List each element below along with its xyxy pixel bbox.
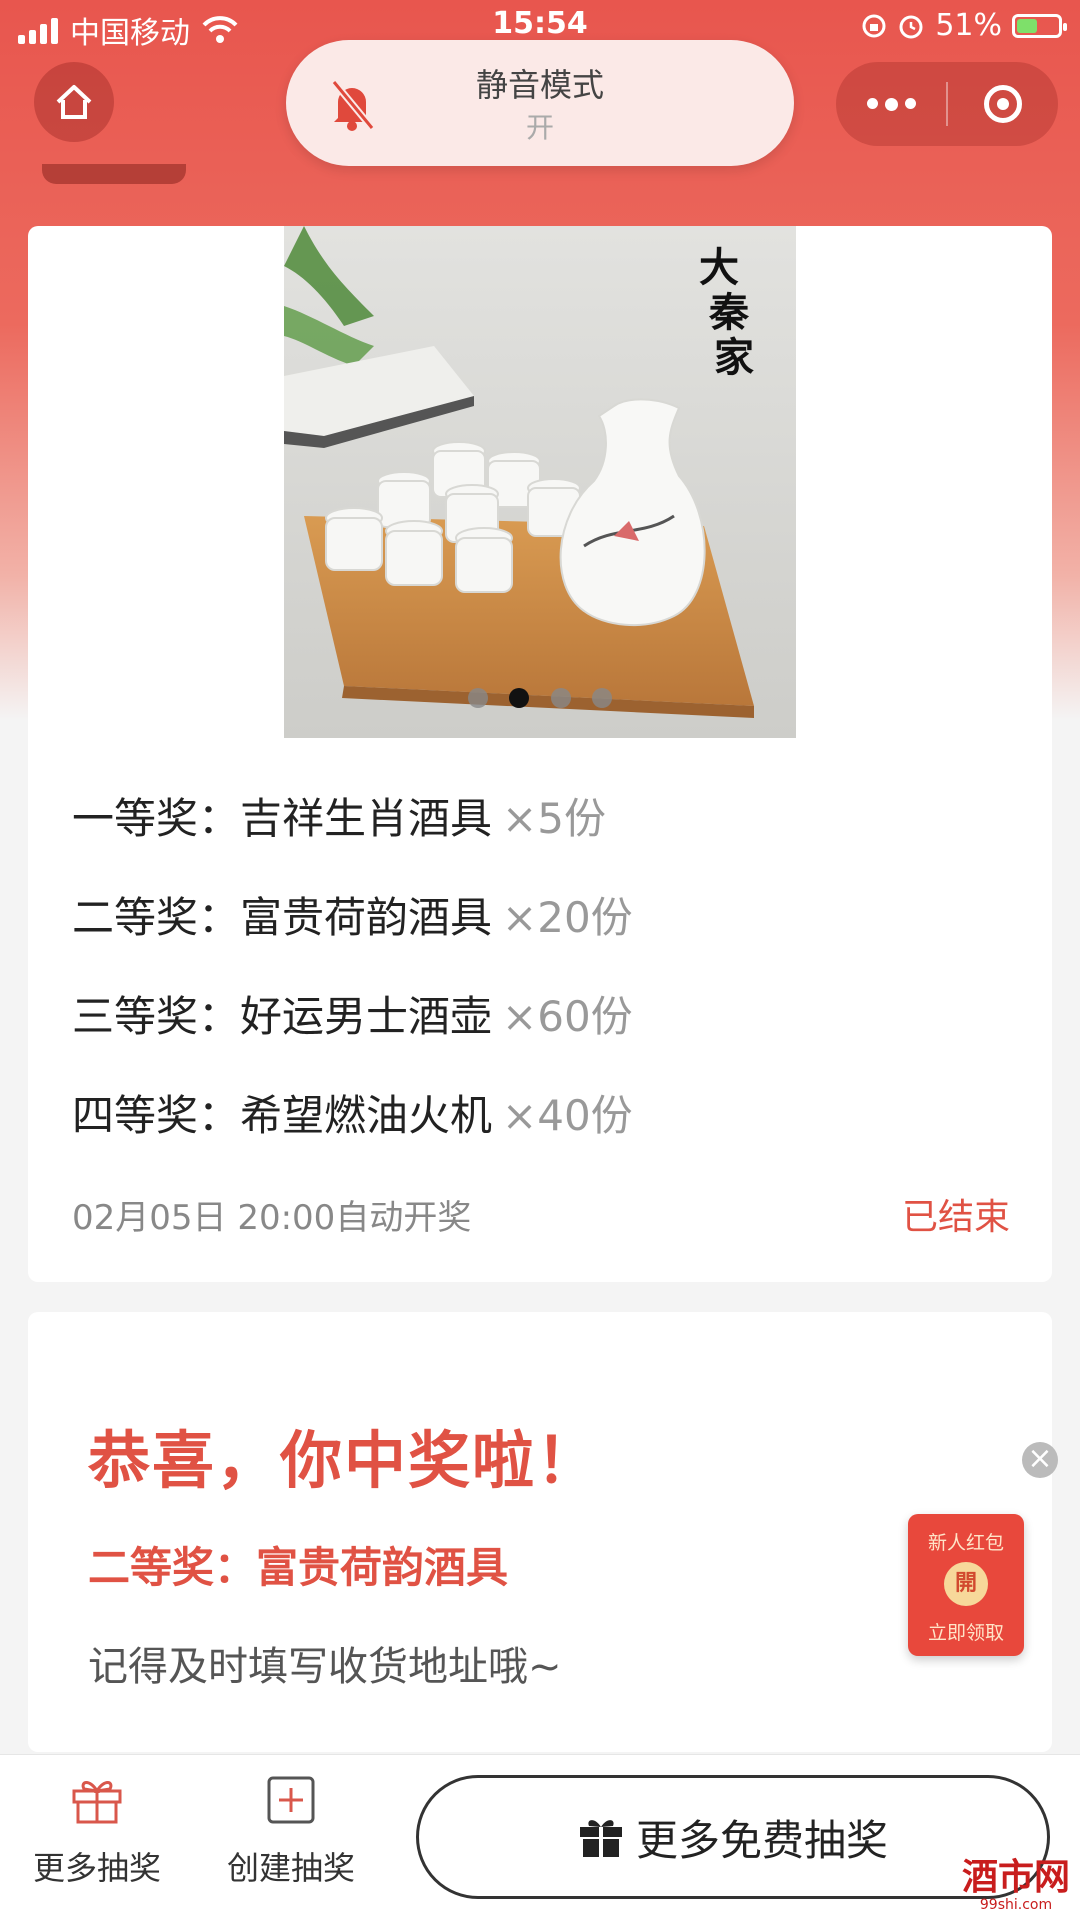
prize-list: 一等奖： 吉祥生肖酒具 ×5份 二等奖： 富贵荷韵酒具 ×20份 三等奖： 好运… [72, 766, 633, 1162]
prize-qty: ×20份 [502, 893, 633, 942]
more-dots-icon [866, 97, 916, 111]
watermark-domain: 99shi.com [979, 1897, 1053, 1913]
prize-name: 好运男士酒壶 [240, 992, 493, 1041]
prize-rank: 二等奖： [72, 893, 241, 942]
svg-text:秦: 秦 [709, 289, 749, 336]
more-free-draws-button[interactable]: 更多免费抽奖 [416, 1775, 1050, 1899]
prize-rank: 三等奖： [72, 992, 241, 1041]
prize-qty: ×5份 [502, 794, 606, 843]
rotation-lock-icon [862, 14, 886, 37]
target-icon [984, 85, 1022, 123]
alarm-icon [899, 15, 923, 38]
mute-mode-title: 静音模式 [475, 66, 604, 104]
home-icon [56, 85, 92, 119]
battery-percent: 51% [935, 8, 1002, 43]
watermark: 酒市网 99shi.com [962, 1857, 1070, 1913]
red-packet-action: 立即领取 [927, 1622, 1004, 1644]
miniprogram-capsule [836, 62, 1058, 146]
svg-text:大: 大 [699, 244, 739, 291]
more-draws-label: 更多抽奖 [32, 1849, 161, 1887]
won-prize: 二等奖：富贵荷韵酒具 [88, 1543, 509, 1592]
congrats-heading: 恭喜，你中奖啦！ [88, 1424, 601, 1497]
more-draws-button[interactable]: 更多抽奖 [22, 1775, 172, 1889]
add-box-icon [267, 1776, 315, 1824]
bottom-bar: 更多抽奖 创建抽奖 更多免费抽奖 酒市网 99shi.com [0, 1754, 1080, 1921]
red-packet-title: 新人红包 [927, 1532, 1004, 1554]
create-draw-button[interactable]: 创建抽奖 [216, 1775, 366, 1889]
more-button[interactable] [836, 62, 946, 146]
prize-name: 吉祥生肖酒具 [240, 794, 493, 843]
prize-row: 二等奖： 富贵荷韵酒具 ×20份 [72, 865, 633, 964]
prize-qty: ×60份 [502, 992, 633, 1041]
gift-icon [72, 1781, 122, 1824]
mute-mode-toast: 静音模式 开 [286, 40, 794, 166]
close-icon[interactable]: × [1022, 1442, 1058, 1478]
svg-text:家: 家 [714, 334, 754, 381]
gift-icon [579, 1820, 622, 1857]
prize-qty: ×40份 [502, 1091, 633, 1140]
create-draw-label: 创建抽奖 [226, 1849, 355, 1887]
red-packet-coin-icon: 開 [944, 1562, 988, 1606]
battery-icon [1012, 13, 1067, 38]
watermark-name: 酒市网 [961, 1856, 1070, 1898]
prize-name: 富贵荷韵酒具 [240, 893, 493, 942]
mute-mode-state: 开 [525, 111, 554, 144]
prize-row: 四等奖： 希望燃油火机 ×40份 [72, 1063, 633, 1162]
home-button[interactable] [34, 62, 114, 142]
more-free-draws-label: 更多免费抽奖 [635, 1815, 888, 1865]
draw-time: 02月05日 20:00自动开奖 [72, 1198, 472, 1238]
header-tab-indicator [42, 164, 186, 184]
prize-row: 一等奖： 吉祥生肖酒具 ×5份 [72, 766, 633, 865]
prize-name: 希望燃油火机 [240, 1091, 493, 1140]
prize-image-carousel[interactable]: 大 秦 家 [284, 226, 796, 738]
status-badge: 已结束 [901, 1197, 1010, 1238]
prize-card: 大 秦 家 一等奖： 吉祥生肖酒具 ×5份 二等奖： 富贵荷韵酒具 ×20份 三… [28, 226, 1052, 1282]
prize-rank: 一等奖： [72, 794, 241, 843]
red-packet-button[interactable]: 新人红包 開 立即领取 [908, 1514, 1024, 1656]
win-result-card: 恭喜，你中奖啦！ 二等奖：富贵荷韵酒具 记得及时填写收货地址哦~ [28, 1312, 1052, 1752]
prize-photo: 大 秦 家 [284, 226, 796, 738]
prize-rank: 四等奖： [72, 1091, 241, 1140]
prize-row: 三等奖： 好运男士酒壶 ×60份 [72, 964, 633, 1063]
close-miniprogram-button[interactable] [948, 62, 1058, 146]
address-reminder: 记得及时填写收货地址哦~ [88, 1644, 562, 1690]
